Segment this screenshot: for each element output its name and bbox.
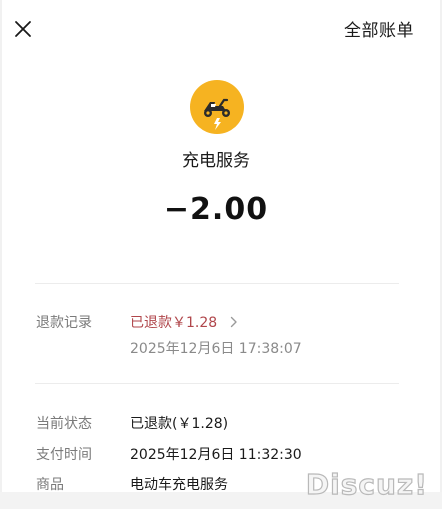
divider [35,383,399,384]
close-icon [15,21,31,37]
close-button[interactable] [8,14,38,44]
left-edge [0,0,2,509]
refund-status-text: 已退款￥1.28 [130,315,218,331]
divider [35,283,399,284]
detail-label-pay-time: 支付时间 [36,447,92,463]
bill-detail-page: 全部账单 充电服务 −2.00 退款记录 已退款￥1.28 2025年12月6日… [0,0,442,509]
detail-value-product: 电动车充电服务 [130,477,228,493]
all-bills-link[interactable]: 全部账单 [344,16,414,41]
merchant-name: 充电服务 [182,151,250,171]
refund-time: 2025年12月6日 17:38:07 [130,341,302,357]
chevron-right-icon [230,316,237,328]
detail-value-pay-time: 2025年12月6日 11:32:30 [130,447,302,463]
merchant-logo [190,80,244,134]
refund-record-link[interactable]: 已退款￥1.28 [130,312,238,332]
detail-value-status: 已退款(￥1.28) [130,416,229,432]
detail-label-product: 商品 [36,477,64,493]
transaction-amount: −2.00 [163,192,269,227]
refund-record-label: 退款记录 [36,315,92,331]
e-bike-charging-icon [190,80,244,134]
watermark: Discuz! [305,467,428,501]
detail-label-status: 当前状态 [36,416,92,432]
